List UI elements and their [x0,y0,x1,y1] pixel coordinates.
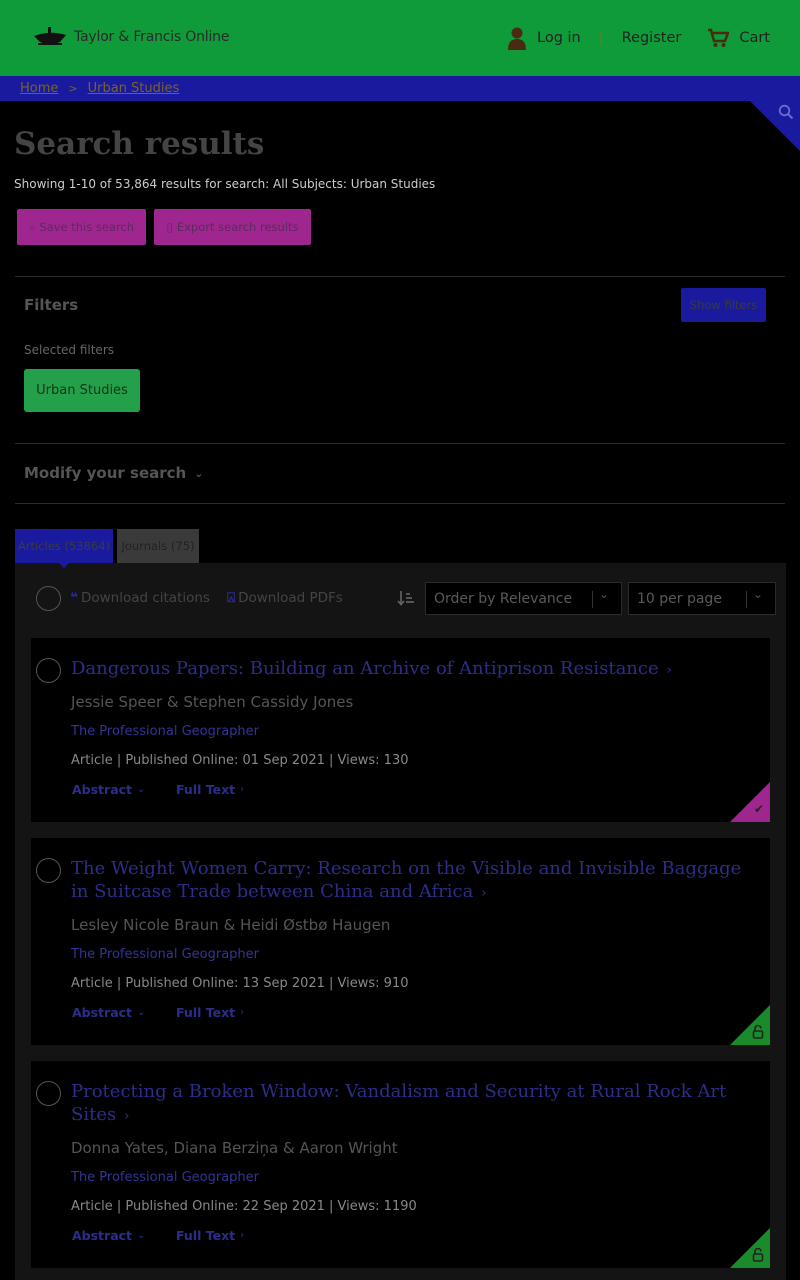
result-checkbox[interactable] [36,858,61,883]
select-divider [592,591,593,608]
register-label: Register [621,30,682,46]
breadcrumb-current[interactable]: Urban Studies [88,81,180,96]
pdf-icon: ⍓ [227,590,236,606]
full-text-link[interactable]: Full Text › [176,1228,244,1243]
modify-search-toggle[interactable]: Modify your search ⌄ [24,464,203,482]
result-journal[interactable]: The Professional Geographer [71,1170,259,1185]
quote-icon: ❝ [70,590,78,606]
login-label: Log in [537,30,581,46]
download-citations-link[interactable]: ❝ Download citations [70,590,210,606]
result-title[interactable]: Dangerous Papers: Building an Archive of… [71,657,751,682]
save-search-button[interactable]: ⌕ Save this search [17,209,146,245]
tab-journals[interactable]: Journals (75) [117,529,199,563]
divider [15,276,785,277]
open-lock-icon [752,1248,764,1262]
filters-title: Filters [24,296,79,314]
save-search-label: Save this search [39,220,135,234]
abstract-toggle[interactable]: Abstract ⌄ [72,1005,145,1020]
order-by-value: Order by Relevance [434,590,573,607]
result-authors: Lesley Nicole Braun & Heidi Østbø Haugen [71,916,391,934]
breadcrumb-home[interactable]: Home [20,81,58,96]
select-all-checkbox[interactable] [36,586,61,611]
tab-articles[interactable]: Articles (53864) [15,529,113,563]
export-results-label: Export search results [176,220,299,234]
search-icon[interactable] [778,104,794,120]
result-checkbox[interactable] [36,658,61,683]
chevron-right-icon: › [240,1007,245,1018]
result-card: Protecting a Broken Window: Vandalism an… [31,1061,770,1268]
user-icon [508,27,526,50]
result-card: Dangerous Papers: Building an Archive of… [31,638,770,822]
chevron-right-icon: › [481,886,487,901]
abstract-toggle[interactable]: Abstract ⌄ [72,782,145,797]
login-link[interactable]: Log in [507,26,581,50]
active-tab-pointer [59,563,69,568]
export-results-button[interactable]: ▯ Export search results [154,209,311,245]
tandf-logo[interactable]: Taylor & Francis Online [32,26,229,48]
logo-text: Taylor & Francis Online [74,29,230,45]
results-count: Showing 1-10 of 53,864 results for searc… [14,177,436,191]
per-page-select[interactable]: 10 per page ⌄ [628,582,776,615]
per-page-value: 10 per page [637,590,722,607]
abstract-toggle[interactable]: Abstract ⌄ [72,1228,145,1243]
header-links: Log in | Register Cart [507,26,770,50]
chevron-down-icon: ⌄ [137,1230,146,1241]
filter-chip-urban-studies[interactable]: Urban Studies [24,369,140,412]
check-icon: ✔ [753,802,764,816]
result-title[interactable]: The Weight Women Carry: Research on the … [71,857,751,905]
chevron-right-icon: › [240,784,245,795]
breadcrumb: Home > Urban Studies [0,76,800,101]
download-citations-label: Download citations [80,590,210,606]
modify-search-label: Modify your search [24,464,187,482]
chevron-down-icon: ⌄ [137,784,146,795]
chevron-down-icon: ⌄ [194,466,204,480]
access-badge [730,782,770,822]
chevron-down-icon: ⌄ [752,587,763,601]
sort-icon [397,591,414,606]
download-pdfs-label: Download PDFs [238,590,343,606]
result-checkbox[interactable] [36,1081,61,1106]
result-title[interactable]: Protecting a Broken Window: Vandalism an… [71,1080,751,1128]
order-by-select[interactable]: Order by Relevance ⌄ [425,582,622,615]
cart-label: Cart [739,30,770,46]
result-meta: Article | Published Online: 13 Sep 2021 … [71,976,409,991]
access-badge [730,1005,770,1045]
result-meta: Article | Published Online: 22 Sep 2021 … [71,1199,417,1214]
show-filters-button[interactable]: Show filters [681,288,766,322]
full-text-link[interactable]: Full Text › [176,782,244,797]
header-separator: | [598,30,604,46]
register-link[interactable]: Register [622,30,682,46]
result-meta: Article | Published Online: 01 Sep 2021 … [71,753,409,768]
selected-filters-label: Selected filters [24,343,114,357]
select-divider [746,591,747,608]
divider [15,503,785,504]
lamp-icon [34,27,66,45]
result-journal[interactable]: The Professional Geographer [71,724,259,739]
full-text-link[interactable]: Full Text › [176,1005,244,1020]
divider [15,443,785,444]
chevron-down-icon: ⌄ [137,1007,146,1018]
site-header: Taylor & Francis Online Log in | Registe… [0,0,800,76]
chevron-right-icon: › [124,1109,130,1124]
document-icon: ▯ [166,220,173,234]
page-title: Search results [14,126,265,162]
result-journal[interactable]: The Professional Geographer [71,947,259,962]
result-card: The Weight Women Carry: Research on the … [31,838,770,1045]
result-authors: Donna Yates, Diana Berziņa & Aaron Wrigh… [71,1139,398,1157]
download-pdfs-link[interactable]: ⍓ Download PDFs [227,590,343,606]
cart-icon [708,28,730,47]
access-badge [730,1228,770,1268]
chevron-right-icon: › [240,1230,245,1241]
cart-link[interactable]: Cart [707,28,770,48]
chevron-down-icon: ⌄ [598,587,609,601]
open-lock-icon [752,1025,764,1039]
result-authors: Jessie Speer & Stephen Cassidy Jones [71,693,354,711]
breadcrumb-separator: > [68,82,78,95]
magnifier-icon: ⌕ [28,219,36,234]
chevron-right-icon: › [666,663,672,678]
